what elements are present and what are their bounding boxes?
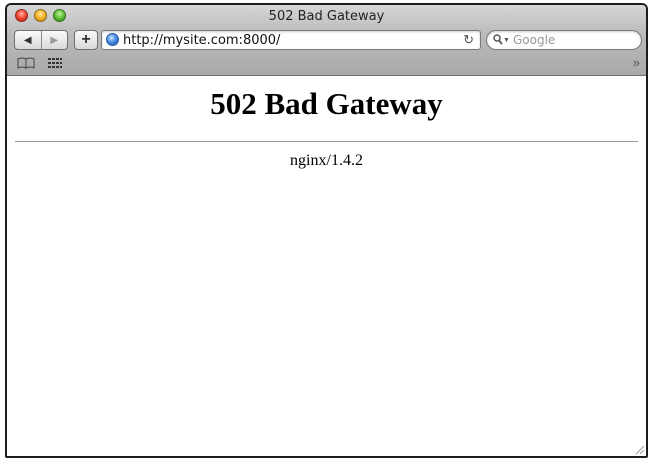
forward-arrow-icon: ▶: [50, 34, 59, 46]
browser-window: 502 Bad Gateway ◀ ▶ + http://mysite.com:…: [5, 3, 648, 458]
url-text[interactable]: http://mysite.com:8000/: [123, 32, 280, 49]
resize-grip-icon[interactable]: [633, 443, 645, 455]
page-content: 502 Bad Gateway nginx/1.4.2: [7, 76, 646, 456]
bookmarks-book-icon[interactable]: [17, 57, 35, 69]
window-title: 502 Bad Gateway: [268, 9, 385, 24]
chevron-down-icon: ▼: [503, 37, 510, 44]
browser-chrome: 502 Bad Gateway ◀ ▶ + http://mysite.com:…: [7, 5, 646, 76]
history-buttons: ◀ ▶: [14, 30, 68, 50]
bookmarks-bar: »: [7, 53, 646, 73]
bookmarks-overflow-button[interactable]: »: [633, 55, 640, 70]
search-placeholder: Google: [513, 33, 556, 47]
search-icon: [493, 34, 503, 45]
add-bookmark-button[interactable]: +: [74, 30, 98, 50]
reload-icon[interactable]: ↻: [463, 31, 474, 49]
divider: [15, 141, 638, 142]
globe-icon: [106, 33, 119, 46]
top-sites-grid-icon[interactable]: [48, 58, 62, 68]
page-heading: 502 Bad Gateway: [210, 86, 443, 121]
server-signature: nginx/1.4.2: [290, 152, 363, 169]
title-bar: 502 Bad Gateway: [7, 5, 646, 27]
search-field[interactable]: ▼ Google: [486, 30, 642, 50]
back-button[interactable]: ◀: [15, 31, 41, 49]
address-bar[interactable]: http://mysite.com:8000/ ↻: [101, 30, 481, 50]
forward-button[interactable]: ▶: [40, 31, 68, 49]
back-arrow-icon: ◀: [23, 34, 32, 46]
